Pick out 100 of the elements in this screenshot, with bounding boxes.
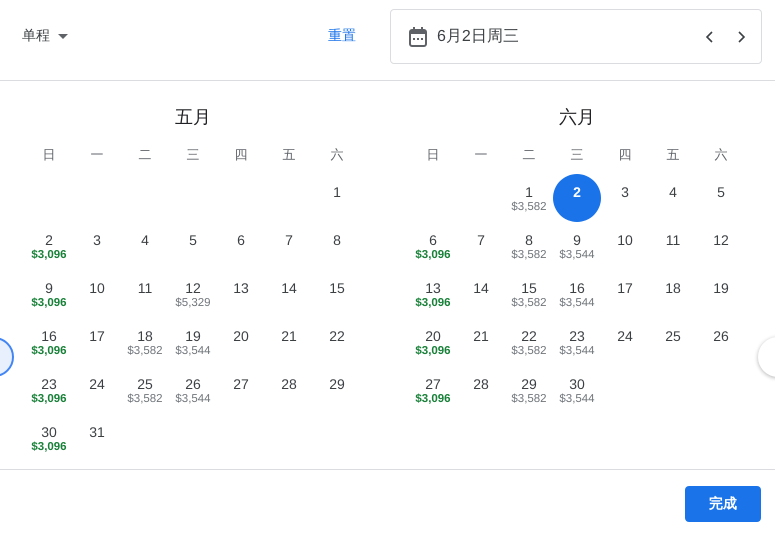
day-cell[interactable]: 20 [217,318,265,366]
day-cell[interactable]: 24 [73,366,121,414]
month-title: 六月 [558,106,596,129]
weekday-label: 三 [570,146,584,164]
day-cell[interactable]: 15 [313,270,361,318]
day-cell[interactable]: 8 [313,222,361,270]
day-number: 22 [521,328,537,344]
day-cell[interactable]: 28 [457,366,505,414]
day-cell[interactable]: 10 [601,222,649,270]
day-cell[interactable]: 6 $3,096 [409,222,457,270]
day-cell[interactable]: 13 [217,270,265,318]
day-cell[interactable]: 12 $5,329 [169,270,217,318]
day-number: 15 [329,280,345,296]
day-number: 7 [285,232,293,248]
day-cell[interactable]: 5 [697,174,745,222]
day-cell[interactable]: 26 $3,544 [169,366,217,414]
weekday-label: 二 [138,146,152,164]
day-number: 4 [669,184,677,200]
day-cell[interactable]: 13 $3,096 [409,270,457,318]
day-cell[interactable]: 22 [313,318,361,366]
day-number: 26 [713,328,729,344]
price-label: $3,582 [511,344,547,358]
day-number: 1 [333,184,341,200]
day-number: 8 [525,232,533,248]
day-cell[interactable]: 8 $3,582 [505,222,553,270]
day-cell[interactable]: 18 [649,270,697,318]
day-cell[interactable]: 14 [457,270,505,318]
day-cell[interactable]: 6 [217,222,265,270]
day-number: 2 [573,184,581,200]
price-label: $3,582 [511,392,547,406]
done-button[interactable]: 完成 [685,486,761,522]
day-cell[interactable]: 18 $3,582 [121,318,169,366]
day-number: 17 [89,328,105,344]
day-number: 31 [89,424,105,440]
day-cell[interactable]: 22 $3,582 [505,318,553,366]
day-cell[interactable]: 2 [553,174,601,222]
caret-icon [58,34,68,38]
price-label: $3,544 [559,248,595,262]
day-cell[interactable]: 21 [265,318,313,366]
day-cell[interactable]: 1 [313,174,361,222]
day-cell[interactable]: 25 $3,582 [121,366,169,414]
day-cell[interactable]: 27 $3,096 [409,366,457,414]
day-cell[interactable]: 9 $3,544 [553,222,601,270]
day-cell[interactable]: 20 $3,096 [409,318,457,366]
day-cell[interactable]: 19 $3,544 [169,318,217,366]
day-number: 24 [89,376,105,392]
price-label: $3,096 [31,392,67,406]
day-cell[interactable]: 16 $3,096 [25,318,73,366]
day-cell[interactable]: 29 [313,366,361,414]
weekday-label: 二 [522,146,536,164]
day-cell[interactable]: 10 [73,270,121,318]
day-cell[interactable]: 21 [457,318,505,366]
day-number: 9 [573,232,581,248]
price-label: $3,544 [175,392,211,406]
day-cell[interactable]: 17 [73,318,121,366]
day-cell[interactable]: 4 [121,222,169,270]
day-cell[interactable]: 14 [265,270,313,318]
day-number: 10 [617,232,633,248]
day-cell[interactable]: 29 $3,582 [505,366,553,414]
day-cell[interactable]: 9 $3,096 [25,270,73,318]
day-cell[interactable]: 30 $3,544 [553,366,601,414]
day-cell[interactable]: 26 [697,318,745,366]
day-cell[interactable]: 27 [217,366,265,414]
day-cell[interactable]: 19 [697,270,745,318]
day-cell[interactable]: 7 [265,222,313,270]
day-number: 16 [569,280,585,296]
day-cell[interactable]: 23 $3,096 [25,366,73,414]
day-number: 1 [525,184,533,200]
day-cell[interactable]: 11 [649,222,697,270]
day-cell[interactable]: 30 $3,096 [25,414,73,462]
day-cell[interactable]: 3 [601,174,649,222]
price-label: $3,582 [511,248,547,262]
day-cell[interactable]: 31 [73,414,121,462]
price-label: $3,096 [31,296,67,310]
day-number: 25 [137,376,153,392]
weekday-label: 四 [618,146,632,164]
date-field[interactable]: 6月2日周三 [390,9,762,64]
day-cell[interactable]: 24 [601,318,649,366]
trip-type-dropdown[interactable]: 单程 [22,27,68,45]
day-number: 27 [425,376,441,392]
day-number: 13 [233,280,249,296]
day-cell[interactable]: 11 [121,270,169,318]
day-cell[interactable]: 2 $3,096 [25,222,73,270]
day-cell[interactable]: 12 [697,222,745,270]
weekday-label: 日 [426,146,440,164]
day-cell[interactable]: 16 $3,544 [553,270,601,318]
day-cell[interactable]: 4 [649,174,697,222]
day-cell[interactable]: 25 [649,318,697,366]
day-cell[interactable]: 15 $3,582 [505,270,553,318]
weekday-label: 日 [42,146,56,164]
day-cell[interactable]: 3 [73,222,121,270]
day-number: 26 [185,376,201,392]
day-number: 23 [41,376,57,392]
day-cell[interactable]: 23 $3,544 [553,318,601,366]
day-cell[interactable]: 1 $3,582 [505,174,553,222]
reset-link[interactable]: 重置 [328,27,356,45]
day-cell[interactable]: 7 [457,222,505,270]
day-cell[interactable]: 5 [169,222,217,270]
day-cell[interactable]: 28 [265,366,313,414]
day-cell[interactable]: 17 [601,270,649,318]
